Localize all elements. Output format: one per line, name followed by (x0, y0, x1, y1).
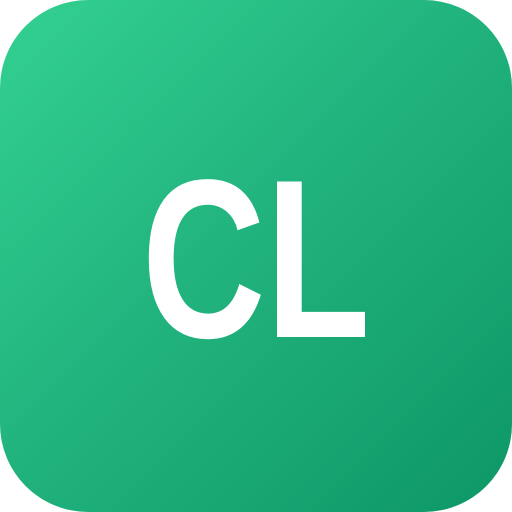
app-icon[interactable]: CL (0, 0, 512, 512)
monogram-logo: CL (142, 133, 370, 385)
monogram-text: CL (142, 133, 370, 385)
